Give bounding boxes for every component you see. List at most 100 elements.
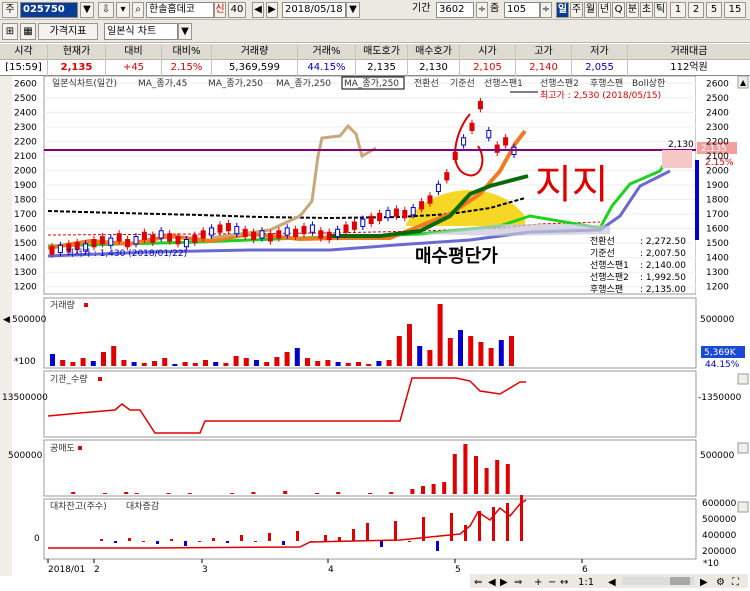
expand-icon[interactable]: ⛶ (731, 577, 740, 588)
candle-body (326, 231, 332, 241)
tab-year[interactable]: 년 (598, 2, 611, 18)
volume-pct-text: 44.15% (705, 360, 740, 370)
fit-icon[interactable]: ↔ (560, 577, 568, 588)
volume-bar (488, 348, 494, 366)
zoom-out-icon[interactable]: − (548, 577, 556, 588)
date-field[interactable]: 2018/05/18 (282, 2, 346, 18)
candle-body (284, 227, 290, 236)
interval-15[interactable]: 15 (724, 2, 746, 18)
scroll-right-icon[interactable]: ▶ (500, 577, 508, 588)
zoom-ratio[interactable]: 1:1 (578, 577, 594, 588)
tab-day[interactable]: 일 (556, 2, 569, 18)
calendar-dropdown-icon[interactable]: ▼ (346, 2, 360, 18)
short-sale-bar (431, 484, 436, 494)
volume-bar (437, 304, 443, 366)
institution-panel-toggle[interactable] (737, 373, 749, 385)
short-sale-bar (315, 493, 319, 494)
loan-change-bar (156, 541, 159, 544)
scroll-left-icon[interactable]: ◀ (488, 577, 496, 588)
volume-bar (203, 360, 208, 366)
stock-chart[interactable]: ◀ 2600 2500 2400 2300 2200 2100 2000 1900 1800 17… (0, 76, 750, 591)
tab-week[interactable]: 주 (570, 2, 583, 18)
loan-panel-toggle[interactable] (737, 501, 749, 513)
volume-panel[interactable] (43, 297, 697, 369)
loan-change-bar (142, 541, 145, 542)
chevron-down-icon[interactable]: ▾ (116, 2, 130, 18)
tab-second[interactable]: 초 (640, 2, 653, 18)
handwritten-avg-price: 매수평단가 (415, 246, 498, 267)
price-tick-label-left: 1500 (14, 239, 37, 249)
candle-body (225, 223, 231, 232)
short-sale-bar (124, 492, 129, 494)
volume-bar (243, 358, 249, 366)
search-icon[interactable]: ⌕ (132, 2, 144, 18)
price-tick-label: 1800 (706, 196, 729, 206)
candle-body (301, 225, 307, 235)
quote-header-bid: 매수호가 (408, 44, 460, 60)
volume-bar (172, 364, 178, 366)
zoom-input[interactable]: 105 (504, 2, 540, 18)
next-arrow-icon[interactable]: ▶ (266, 2, 278, 18)
loan-change-bar (506, 503, 509, 541)
quote-change-pct: 2.15% (162, 60, 212, 76)
volume-bar (233, 356, 239, 366)
lock-icon[interactable]: ⇩ (98, 2, 114, 18)
tab-month[interactable]: 월 (584, 2, 597, 18)
prev-arrow-icon[interactable]: ◀ (252, 2, 264, 18)
zoom-in-icon[interactable]: + (534, 577, 542, 588)
short-panel-toggle[interactable] (737, 442, 749, 454)
short-sale-bar (442, 482, 447, 494)
price-tick-label: 1400 (706, 254, 729, 264)
indicator-icon[interactable]: ▦ (20, 23, 36, 40)
short-sale-panel[interactable] (43, 439, 697, 497)
interval-2[interactable]: 2 (688, 2, 704, 18)
scale-up-icon[interactable]: ▲ (740, 78, 747, 87)
left-scroll-icon[interactable]: ◀ (3, 315, 10, 325)
prev-page-icon[interactable]: ◀ (608, 577, 616, 588)
loan-change-bar (492, 507, 495, 541)
volume-bar (284, 352, 290, 366)
quote-low: 2,055 (572, 60, 628, 76)
quote-header-change: 대비 (106, 44, 162, 60)
loan-title: 대차잔고(주수) (50, 500, 107, 512)
price-tick-label-left: 1900 (14, 181, 37, 191)
price-tick-label-left: 2000 (14, 166, 37, 176)
price-indicator-button[interactable]: 가격지표 (38, 23, 98, 40)
chart-settings-icon[interactable]: ⊞ (2, 23, 18, 40)
stepper-icon[interactable]: ÷ (476, 2, 488, 18)
stock-code-input[interactable]: 025750 (20, 2, 78, 18)
handwritten-support: 지지 (535, 162, 609, 208)
dropdown-icon[interactable]: ▼ (80, 2, 94, 18)
chart-type-dropdown-icon[interactable]: ▼ (178, 23, 192, 40)
settings-gear-icon[interactable]: ⚙ (716, 577, 725, 588)
stock-name-field[interactable]: 한솔홈데코 (146, 2, 214, 18)
scroll-last-icon[interactable]: ⇒ (514, 577, 522, 588)
loan-change-bar (268, 533, 271, 541)
interval-1[interactable]: 1 (670, 2, 686, 18)
short-sale-bar (495, 460, 500, 494)
market-icon[interactable]: 주 (2, 2, 18, 18)
price-band (662, 150, 692, 168)
candle-body (242, 228, 248, 238)
volume-bar (447, 338, 453, 366)
candle-body (158, 230, 164, 239)
tab-tick[interactable]: 틱 (654, 2, 667, 18)
candle-body (503, 137, 509, 146)
period-input[interactable]: 3602 (436, 2, 474, 18)
chart-scrollbar-thumb[interactable] (670, 577, 690, 585)
quote-header-low: 저가 (572, 44, 628, 60)
high-annotation: 최고가 : 2,530 (2018/05/15) (540, 90, 661, 101)
zoom-stepper-icon[interactable]: ÷ (540, 2, 552, 18)
ichimoku-value: : 1,992.50 (640, 273, 686, 283)
chart-type-select[interactable]: 일본식 차트 (104, 23, 178, 40)
tab-quarter[interactable]: Q (612, 2, 625, 18)
interval-5[interactable]: 5 (706, 2, 722, 18)
tab-minute[interactable]: 분 (626, 2, 639, 18)
scroll-first-icon[interactable]: ⇐ (474, 577, 482, 588)
candle-body (494, 144, 500, 153)
price-line-label: 2,130 (668, 140, 694, 150)
price-tick-label: 2200 (706, 137, 729, 147)
next-page-icon[interactable]: ▶ (700, 577, 708, 588)
institution-panel[interactable] (43, 370, 697, 438)
loan-change-bar (254, 541, 257, 542)
